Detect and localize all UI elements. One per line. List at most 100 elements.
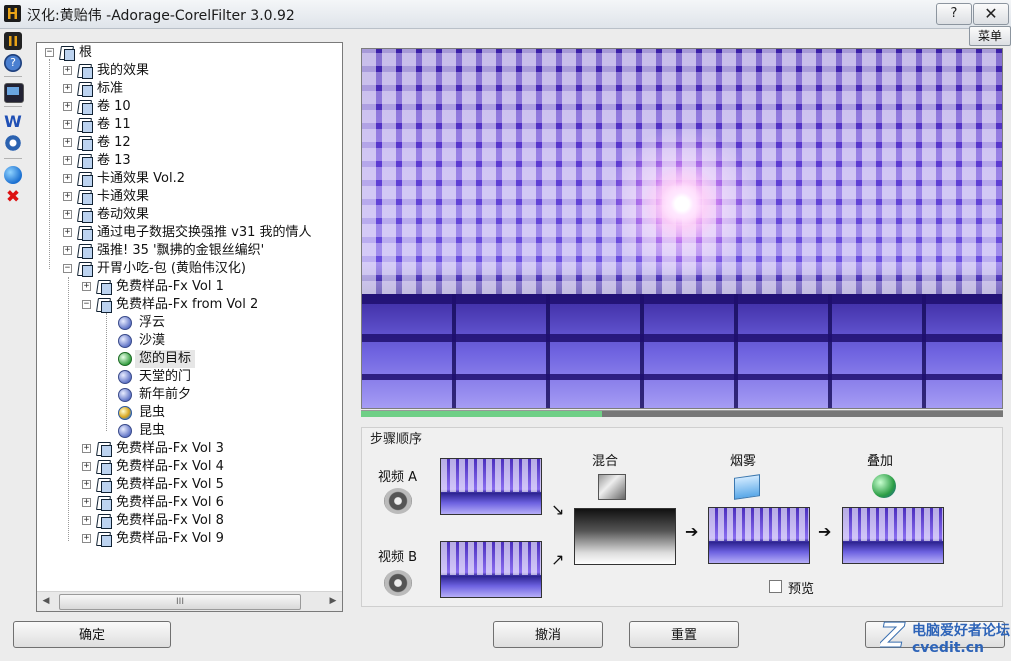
video-a-thumbnail[interactable] xyxy=(440,458,542,515)
folder-icon xyxy=(76,117,93,133)
folder-icon xyxy=(95,495,112,511)
effects-tree[interactable]: − 根 + 我的效果 + 标准 + 卷 10 + 卷 11 + 卷 12 + 卷 13 + 卡… xyxy=(36,42,343,612)
effect-icon xyxy=(118,334,132,348)
tree-node-label: 免费样品-Fx Vol 8 xyxy=(116,513,224,528)
expand-icon[interactable]: + xyxy=(63,174,72,183)
expand-icon[interactable]: + xyxy=(82,498,91,507)
tree-node-label: 卷动效果 xyxy=(97,207,150,222)
scroll-left-arrow-icon[interactable]: ◀ xyxy=(37,592,55,611)
tree-guide xyxy=(106,313,107,431)
blend-mask-thumbnail[interactable] xyxy=(574,508,676,565)
expand-icon[interactable]: + xyxy=(82,444,91,453)
effect-preview xyxy=(361,48,1003,409)
expand-icon[interactable]: + xyxy=(63,192,72,201)
tree-node-label: 免费样品-Fx from Vol 2 xyxy=(116,297,259,312)
tree-node-label: 免费样品-Fx Vol 5 xyxy=(116,477,224,492)
overlay-icon[interactable] xyxy=(872,474,896,498)
overlay-thumbnail[interactable] xyxy=(842,507,944,564)
fog-thumbnail[interactable] xyxy=(708,507,810,564)
effect-label: 您的目标 xyxy=(135,350,196,368)
watermark-logo-icon: Z xyxy=(880,616,905,657)
expand-icon[interactable]: + xyxy=(63,138,72,147)
reset-button[interactable]: 重置 xyxy=(629,621,739,648)
expand-icon[interactable]: + xyxy=(63,228,72,237)
w-tool-icon[interactable]: W xyxy=(4,113,22,131)
ok-button[interactable]: 确定 xyxy=(13,621,171,648)
folder-icon xyxy=(58,45,75,61)
logo-icon[interactable] xyxy=(4,32,22,50)
folder-icon xyxy=(95,531,112,547)
film-reel-icon[interactable] xyxy=(384,570,412,596)
folder-icon xyxy=(95,477,112,493)
effect-label: 新年前夕 xyxy=(139,387,192,402)
close-button[interactable]: ✕ xyxy=(973,3,1009,25)
expand-icon[interactable]: + xyxy=(82,462,91,471)
fog-icon[interactable] xyxy=(734,474,760,500)
expand-icon[interactable]: + xyxy=(63,102,72,111)
collapse-icon[interactable]: − xyxy=(82,300,91,309)
step-order-title: 步骤顺序 xyxy=(370,432,423,447)
expand-icon[interactable]: + xyxy=(82,516,91,525)
help-button[interactable]: ? xyxy=(936,3,972,25)
collapse-icon[interactable]: − xyxy=(63,264,72,273)
effect-icon-green xyxy=(118,352,132,366)
expand-icon[interactable]: + xyxy=(82,534,91,543)
toolbar-divider xyxy=(4,158,22,159)
effect-label: 昆虫 xyxy=(139,405,166,420)
tree-node-label: 卷 10 xyxy=(97,99,131,114)
tree-node-label: 免费样品-Fx Vol 3 xyxy=(116,441,224,456)
tree-node-label: 卷 11 xyxy=(97,117,131,132)
folder-icon xyxy=(76,135,93,151)
light-flare xyxy=(642,164,722,244)
tree-node-label: 免费样品-Fx Vol 9 xyxy=(116,531,224,546)
menu-button[interactable]: 菜单 xyxy=(969,26,1011,46)
gear-icon[interactable] xyxy=(4,134,22,152)
effect-icon xyxy=(118,424,132,438)
tree-node-label: 通过电子数据交换强推 v31 我的情人 xyxy=(97,225,312,240)
expand-icon[interactable]: + xyxy=(63,84,72,93)
folder-icon xyxy=(76,207,93,223)
arrow-right-icon: ➔ xyxy=(685,522,699,541)
tree-horizontal-scrollbar[interactable]: ◀ III ▶ xyxy=(37,591,342,611)
window-title: 汉化:黄贻伟 -Adorage-CorelFilter 3.0.92 xyxy=(27,8,295,24)
blend-icon[interactable] xyxy=(598,474,626,500)
film-reel-icon[interactable] xyxy=(384,488,412,514)
progress-fill xyxy=(361,411,602,417)
toolbar-divider xyxy=(4,106,22,107)
floor-band xyxy=(362,334,1002,342)
globe-icon[interactable] xyxy=(4,166,22,184)
expand-icon[interactable]: + xyxy=(63,120,72,129)
app-icon xyxy=(4,5,21,22)
scroll-thumb[interactable]: III xyxy=(59,594,301,610)
monitor-icon[interactable] xyxy=(4,83,24,103)
folder-icon xyxy=(95,441,112,457)
expand-icon[interactable]: + xyxy=(63,66,72,75)
cancel-button[interactable]: 撤消 xyxy=(493,621,603,648)
folder-icon xyxy=(76,225,93,241)
tree-node-label: 卡通效果 xyxy=(97,189,150,204)
help-icon[interactable]: ? xyxy=(4,54,22,72)
tree-node-label: 卡通效果 Vol.2 xyxy=(97,171,185,186)
tree-guide xyxy=(49,59,50,269)
expand-icon[interactable]: + xyxy=(63,246,72,255)
folder-icon xyxy=(76,153,93,169)
toolbar-divider xyxy=(4,76,22,77)
expand-icon[interactable]: + xyxy=(63,210,72,219)
effect-icon-gold xyxy=(118,406,132,420)
expand-icon[interactable]: + xyxy=(82,282,91,291)
tree-node-label: 强推! 35 '飘拂的金银丝编织' xyxy=(97,243,265,258)
collapse-icon[interactable]: − xyxy=(45,48,54,57)
folder-icon xyxy=(76,81,93,97)
delete-icon[interactable]: ✖ xyxy=(4,188,22,206)
preview-checkbox[interactable] xyxy=(769,580,782,593)
tree-node-label: 标准 xyxy=(97,81,124,96)
expand-icon[interactable]: + xyxy=(82,480,91,489)
tree-guide xyxy=(68,277,69,541)
expand-icon[interactable]: + xyxy=(63,156,72,165)
video-b-thumbnail[interactable] xyxy=(440,541,542,598)
fog-label: 烟雾 xyxy=(730,454,757,469)
watermark-url: cvedit.cn xyxy=(912,640,985,656)
folder-icon xyxy=(76,99,93,115)
scroll-right-arrow-icon[interactable]: ▶ xyxy=(324,592,342,611)
playback-progress[interactable] xyxy=(361,410,1003,417)
